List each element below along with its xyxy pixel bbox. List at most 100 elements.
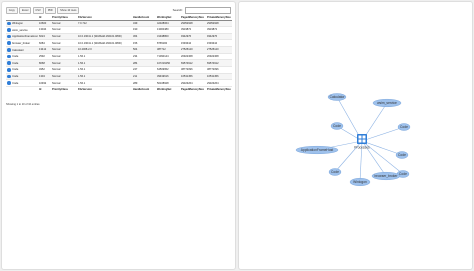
process-table: Id PriorityClass FileVersion HandleCount… (6, 15, 232, 92)
expand-row-icon[interactable] (7, 41, 11, 46)
cell-file-version: 10.0.19041.1 (WinBuild.160101.0800) (77, 39, 132, 48)
table-row[interactable]: Code 4952 Normal 1.56.1 247 64509952 38772096 3… (6, 66, 232, 74)
cell-private: 1593344 (206, 39, 232, 48)
expand-row-icon[interactable] (7, 81, 11, 85)
search-input[interactable] (185, 7, 231, 14)
copy-button[interactable]: Copy (6, 7, 18, 14)
windows-tile-icon (362, 135, 366, 139)
table-row[interactable]: wsim_service 13044 Normal 190 13000480 391987… (6, 26, 232, 34)
process-node-label: Code (399, 172, 407, 176)
process-node[interactable]: Winlogon (349, 177, 371, 186)
cell-private: 20922368 (206, 53, 232, 61)
process-node[interactable]: wsim_service (372, 98, 402, 107)
center-node[interactable]: Processes (354, 134, 370, 150)
process-node[interactable]: Code (397, 123, 411, 131)
process-node[interactable]: Code (330, 122, 344, 130)
cell-handles: 234 (132, 53, 156, 61)
cell-priority: Normal (51, 26, 77, 34)
cell-handles: 364 (132, 33, 156, 41)
expand-row-icon[interactable] (7, 68, 11, 72)
process-node[interactable]: Calculator (327, 93, 347, 101)
cell-paged: 9342976 (180, 33, 206, 41)
process-node[interactable]: browser_broker (371, 171, 401, 180)
expand-row-icon[interactable] (7, 74, 11, 79)
table-search: Search: (173, 7, 231, 14)
cell-id: 10600 (38, 20, 51, 28)
cell-priority: Normal (51, 20, 77, 28)
cell-file-version (77, 26, 132, 34)
cell-id: 1304 (38, 73, 51, 81)
expand-row-icon[interactable] (7, 28, 11, 32)
cell-id: 10932 (38, 79, 51, 87)
cell-handles: 211 (132, 73, 156, 81)
export-toolbar: Copy Excel CSV PDF Show 10 rows (6, 7, 80, 14)
cell-working-set: 13000480 (156, 26, 180, 34)
search-label: Search: (172, 8, 183, 13)
process-name-cell: ApplicationFrameHost (6, 33, 38, 41)
process-node-label: browser_broker (375, 174, 399, 178)
process-name-cell: Code (6, 66, 38, 74)
process-name: Code (12, 55, 19, 59)
process-node-label: ApplicationFrameHost (301, 148, 334, 152)
table-row[interactable]: browser_broker 6084 Normal 10.0.19041.1 (Wi… (6, 39, 232, 48)
cell-file-version: 1.56.1 (77, 79, 132, 87)
expand-row-icon[interactable] (7, 61, 11, 65)
process-name-cell: Calculator (6, 46, 38, 54)
process-name-cell: Code (6, 73, 38, 81)
table-row[interactable]: Code 8068 Normal 1.56.1 284 107216256 69574912… (6, 59, 232, 67)
process-name: Calculator (12, 48, 24, 52)
center-node-label: Processes (354, 146, 370, 150)
process-node[interactable]: ApplicationFrameHost (295, 145, 339, 154)
process-name-cell: Code (6, 53, 38, 61)
table-row[interactable]: ApplicationFrameHost 6024 Normal 10.0.19041… (6, 33, 232, 41)
table-row[interactable]: Winlogon 10600 Normal 7.0.712 349 42328064 290… (6, 20, 232, 28)
csv-button[interactable]: CSV (32, 7, 44, 14)
cell-handles: 284 (132, 59, 156, 67)
footer-name (6, 85, 38, 92)
cell-id: 13412 (38, 46, 51, 54)
process-node-label: Calculator (330, 95, 346, 99)
process-node-label: Code (331, 170, 339, 174)
cell-id: 8068 (38, 59, 51, 67)
expand-row-icon[interactable] (7, 21, 11, 26)
expand-row-icon[interactable] (7, 48, 11, 52)
cell-file-version: 10.2008.2.0 (77, 46, 132, 54)
cell-handles: 504 (132, 46, 156, 54)
process-name: Code (12, 68, 19, 72)
cell-priority: Normal (51, 79, 77, 87)
cell-paged: 29323264 (180, 79, 206, 87)
process-name-cell: Code (6, 59, 38, 67)
cell-id: 2592 (38, 53, 51, 61)
process-name: wsim_service (12, 28, 28, 32)
footer-working-set: WorkingSet (156, 85, 180, 92)
process-name-cell: Winlogon (6, 20, 38, 28)
cell-file-version: 1.56.1 (77, 66, 132, 74)
table-info: Showing 1 to 10 of 10 entries (6, 103, 40, 106)
process-name-cell: browser_broker (6, 39, 38, 48)
process-graph[interactable]: Calculator wsim_service Code Code Code Applic… (239, 2, 472, 269)
cell-file-version: 7.0.712 (77, 20, 132, 28)
cell-paged: 27525120 (180, 46, 206, 54)
pdf-button[interactable]: PDF (45, 7, 56, 14)
cell-private: 29052928 (206, 20, 232, 28)
table-row[interactable]: Calculator 13412 Normal 10.2008.2.0 504 38771… (6, 46, 232, 54)
cell-priority: Normal (51, 66, 77, 74)
table-row[interactable]: Code 2592 Normal 1.56.1 234 71090144 20922368 2… (6, 53, 232, 61)
process-name: Code (12, 75, 19, 79)
excel-button[interactable]: Excel (19, 7, 32, 14)
process-name: Code (12, 81, 19, 85)
expand-row-icon[interactable] (7, 34, 11, 39)
process-node[interactable]: Code (328, 168, 342, 176)
table-footer-row: Id PriorityClass FileVersion HandleCount… (6, 85, 232, 92)
windows-tile-icon (362, 139, 366, 143)
expand-row-icon[interactable] (7, 54, 11, 59)
process-table-panel: Copy Excel CSV PDF Show 10 rows Search: … (2, 2, 235, 269)
process-name: Winlogon (12, 22, 23, 25)
page-length-button[interactable]: Show 10 rows (57, 7, 80, 14)
cell-private: 38772096 (206, 66, 232, 74)
table-row[interactable]: Code 10932 Normal 1.56.1 289 50108928 29323264… (6, 79, 232, 87)
table-row[interactable]: Code 1304 Normal 1.56.1 211 39919616 16531456 1… (6, 73, 232, 81)
process-node[interactable]: Code (395, 151, 409, 159)
cell-paged: 1593344 (180, 39, 206, 48)
process-node-label: Winlogon (353, 180, 367, 184)
